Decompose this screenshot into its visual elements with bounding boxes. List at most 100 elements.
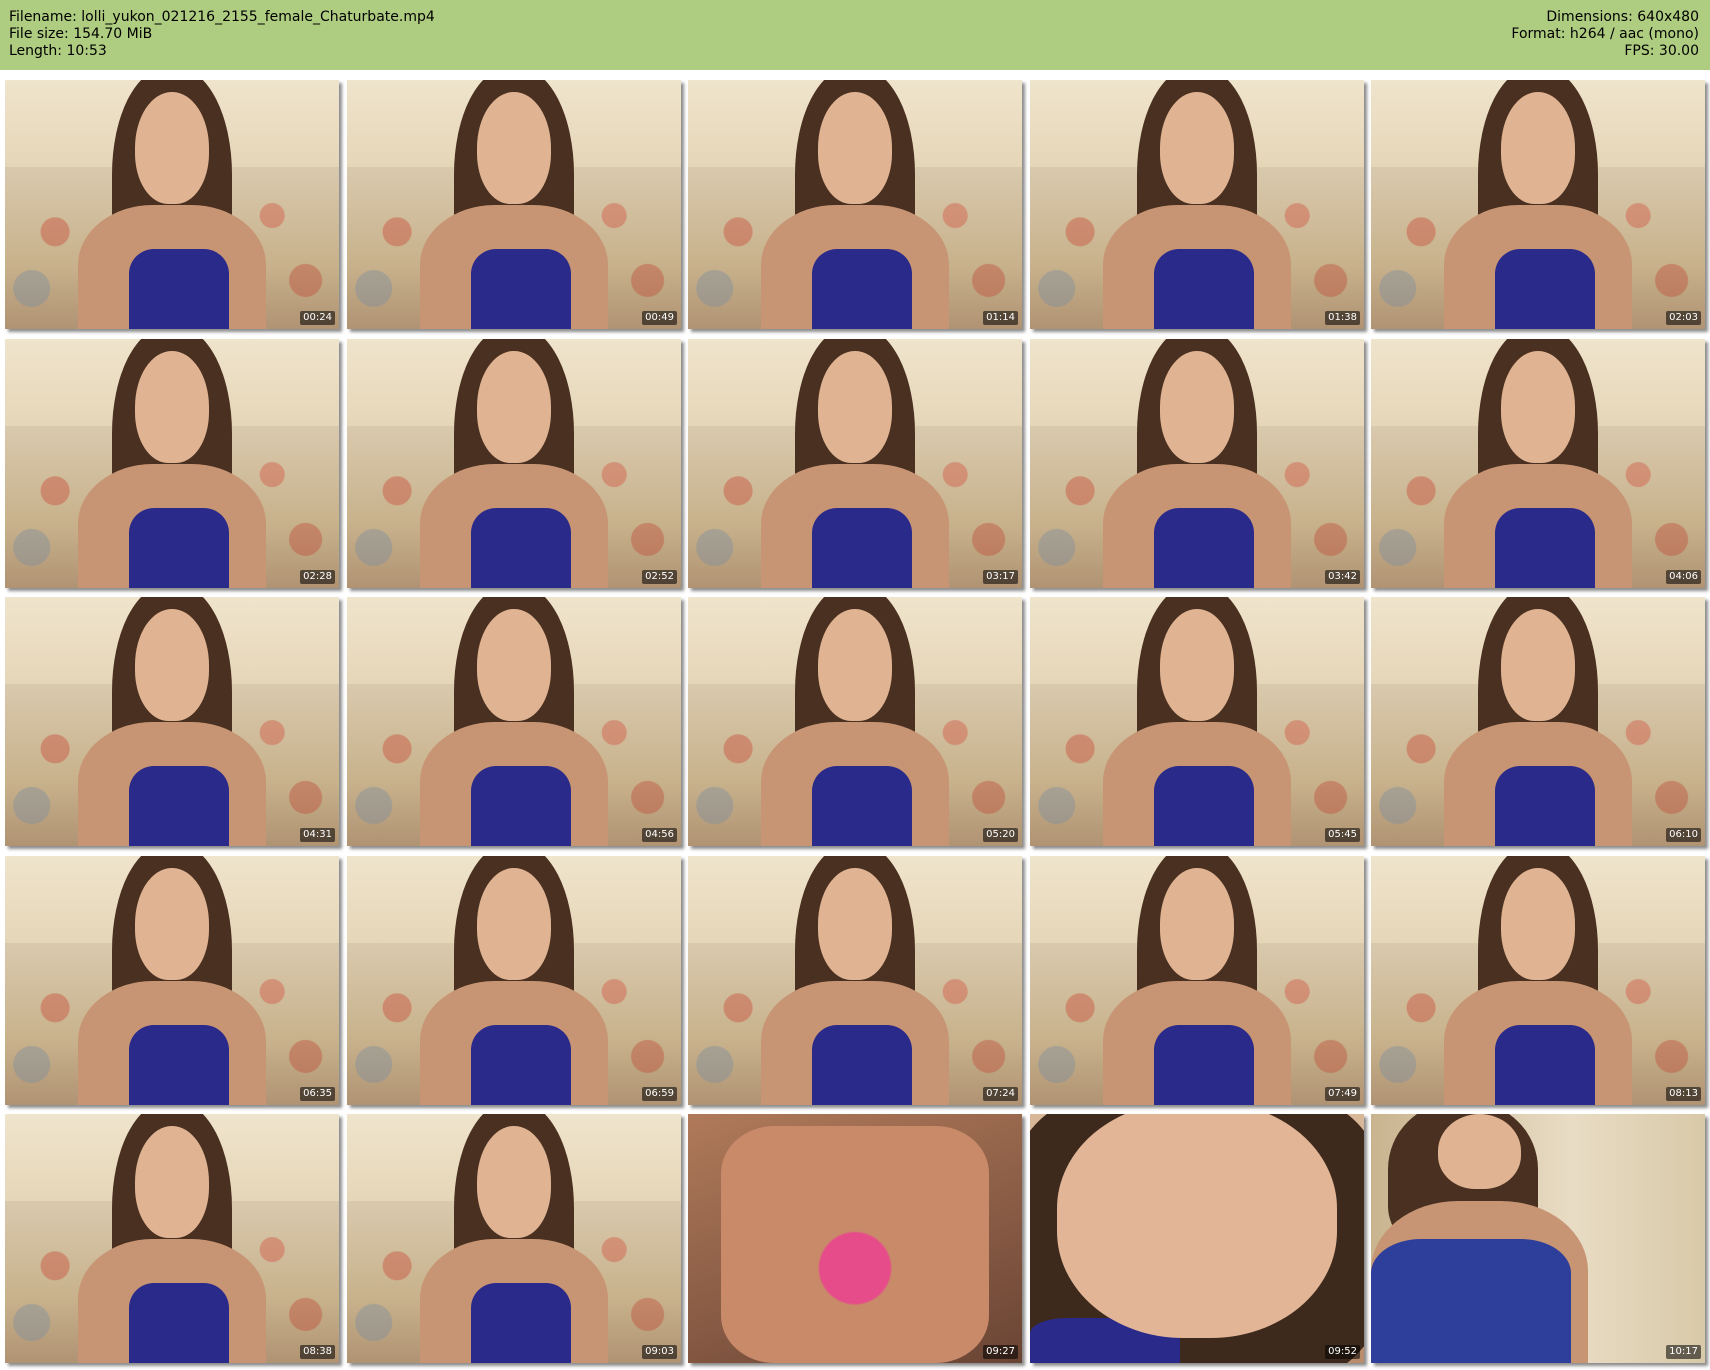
- thumbnail-figure-face: [135, 92, 209, 205]
- thumbnail-figure-top: [470, 766, 571, 846]
- video-thumbnail: 06:35: [5, 856, 339, 1105]
- video-thumbnail: 00:49: [347, 80, 681, 329]
- thumbnail-figure-top: [470, 508, 571, 588]
- thumbnail-figure-face: [1501, 868, 1575, 981]
- thumbnail-timestamp: 09:52: [1325, 1345, 1360, 1359]
- video-thumbnail: 09:03: [347, 1114, 681, 1363]
- video-thumbnail: 04:56: [347, 597, 681, 846]
- thumbnail-figure-top: [1153, 249, 1254, 329]
- video-thumbnail: 10:17: [1371, 1114, 1705, 1363]
- thumbnail-figure-face: [477, 92, 551, 205]
- thumbnail-figure-face: [477, 351, 551, 464]
- thumbnail-figure-face: [1160, 609, 1234, 722]
- thumbnail-figure-face: [135, 868, 209, 981]
- thumbnail-timestamp: 02:28: [300, 570, 335, 584]
- thumbnail-timestamp: 00:49: [642, 311, 677, 325]
- thumbnail-figure-top: [1153, 766, 1254, 846]
- thumbnail-figure-top: [470, 1025, 571, 1105]
- thumbnail-figure-face: [135, 1126, 209, 1239]
- info-header: Filename: lolli_yukon_021216_2155_female…: [0, 0, 1710, 70]
- thumbnail-figure-top: [811, 1025, 912, 1105]
- video-thumbnail: 07:49: [1030, 856, 1364, 1105]
- thumbnail-figure-top: [811, 249, 912, 329]
- video-thumbnail: 01:38: [1030, 80, 1364, 329]
- thumbnail-timestamp: 03:42: [1325, 570, 1360, 584]
- thumbnail-figure-face: [1160, 868, 1234, 981]
- thumbnail-figure-face: [1501, 609, 1575, 722]
- thumbnail-timestamp: 06:10: [1666, 828, 1701, 842]
- video-thumbnail: 04:31: [5, 597, 339, 846]
- thumbnail-figure-top: [811, 508, 912, 588]
- thumbnail-timestamp: 01:38: [1325, 311, 1360, 325]
- thumbnail-figure-top: [1494, 508, 1595, 588]
- thumbnail-timestamp: 07:49: [1325, 1087, 1360, 1101]
- thumbnail-timestamp: 10:17: [1666, 1345, 1701, 1359]
- thumbnail-timestamp: 08:38: [300, 1345, 335, 1359]
- video-thumbnail: 05:45: [1030, 597, 1364, 846]
- thumbnail-timestamp: 05:45: [1325, 828, 1360, 842]
- header-left: Filename: lolli_yukon_021216_2155_female…: [9, 9, 435, 60]
- thumbnail-figure-top: [470, 249, 571, 329]
- video-thumbnail: 09:52: [1030, 1114, 1364, 1363]
- thumbnail-timestamp: 04:56: [642, 828, 677, 842]
- thumbnail-timestamp: 02:52: [642, 570, 677, 584]
- video-thumbnail: 09:27: [688, 1114, 1022, 1363]
- video-thumbnail: 02:52: [347, 339, 681, 588]
- dimensions-text: Dimensions: 640x480: [1546, 9, 1699, 25]
- thumbnail-figure-top: [1494, 249, 1595, 329]
- thumbnail-figure-face: [135, 351, 209, 464]
- video-thumbnail: 02:28: [5, 339, 339, 588]
- thumbnail-timestamp: 00:24: [300, 311, 335, 325]
- video-thumbnail: 08:38: [5, 1114, 339, 1363]
- thumbnail-timestamp: 01:14: [983, 311, 1018, 325]
- video-thumbnail: 03:17: [688, 339, 1022, 588]
- thumbnail-figure-top: [1153, 508, 1254, 588]
- length-text: Length: 10:53: [9, 43, 107, 59]
- thumbnail-figure-face: [477, 868, 551, 981]
- thumbnail-timestamp: 03:17: [983, 570, 1018, 584]
- thumbnail-grid: 00:24 00:49 01:14 01:38 02:03 02:28 02:52 03:17…: [5, 80, 1705, 1365]
- thumbnail-figure-face: [818, 609, 892, 722]
- thumbnail-figure-top: [811, 766, 912, 846]
- thumbnail-figure-top: [128, 1283, 229, 1363]
- video-thumbnail: 02:03: [1371, 80, 1705, 329]
- thumbnail-timestamp: 09:27: [983, 1345, 1018, 1359]
- thumbnail-timestamp: 05:20: [983, 828, 1018, 842]
- thumbnail-figure-face: [1501, 351, 1575, 464]
- video-thumbnail: 07:24: [688, 856, 1022, 1105]
- header-right: Dimensions: 640x480 Format: h264 / aac (…: [1511, 9, 1699, 60]
- thumbnail-figure-top: [1494, 766, 1595, 846]
- thumbnail-figure-top: [128, 508, 229, 588]
- thumbnail-figure-top: [128, 1025, 229, 1105]
- thumbnail-timestamp: 02:03: [1666, 311, 1701, 325]
- video-thumbnail: 08:13: [1371, 856, 1705, 1105]
- thumbnail-figure-face: [135, 609, 209, 722]
- thumbnail-timestamp: 06:35: [300, 1087, 335, 1101]
- thumbnail-figure-face: [1160, 351, 1234, 464]
- thumbnail-figure-face: [477, 1126, 551, 1239]
- format-text: Format: h264 / aac (mono): [1511, 26, 1699, 42]
- thumbnail-timestamp: 08:13: [1666, 1087, 1701, 1101]
- fps-text: FPS: 30.00: [1624, 43, 1699, 59]
- video-thumbnail: 04:06: [1371, 339, 1705, 588]
- thumbnail-figure-top: [128, 249, 229, 329]
- thumbnail-figure-top: [1153, 1025, 1254, 1105]
- thumbnail-timestamp: 09:03: [642, 1345, 677, 1359]
- video-thumbnail: 06:59: [347, 856, 681, 1105]
- thumbnail-figure-top: [1371, 1238, 1572, 1363]
- thumbnail-timestamp: 07:24: [983, 1087, 1018, 1101]
- thumbnail-figure-top: [1494, 1025, 1595, 1105]
- video-thumbnail: 05:20: [688, 597, 1022, 846]
- thumbnail-figure-face: [1501, 92, 1575, 205]
- thumbnail-figure-face: [818, 92, 892, 205]
- filename-text: Filename: lolli_yukon_021216_2155_female…: [9, 9, 435, 25]
- video-thumbnail: 03:42: [1030, 339, 1364, 588]
- thumbnail-timestamp: 04:31: [300, 828, 335, 842]
- thumbnail-figure-top: [128, 766, 229, 846]
- video-thumbnail: 01:14: [688, 80, 1022, 329]
- thumbnail-figure-face: [1056, 1114, 1338, 1339]
- thumbnail-figure-face: [1160, 92, 1234, 205]
- thumbnail-figure-top: [470, 1283, 571, 1363]
- thumbnail-figure-face: [1437, 1114, 1522, 1189]
- video-thumbnail: 06:10: [1371, 597, 1705, 846]
